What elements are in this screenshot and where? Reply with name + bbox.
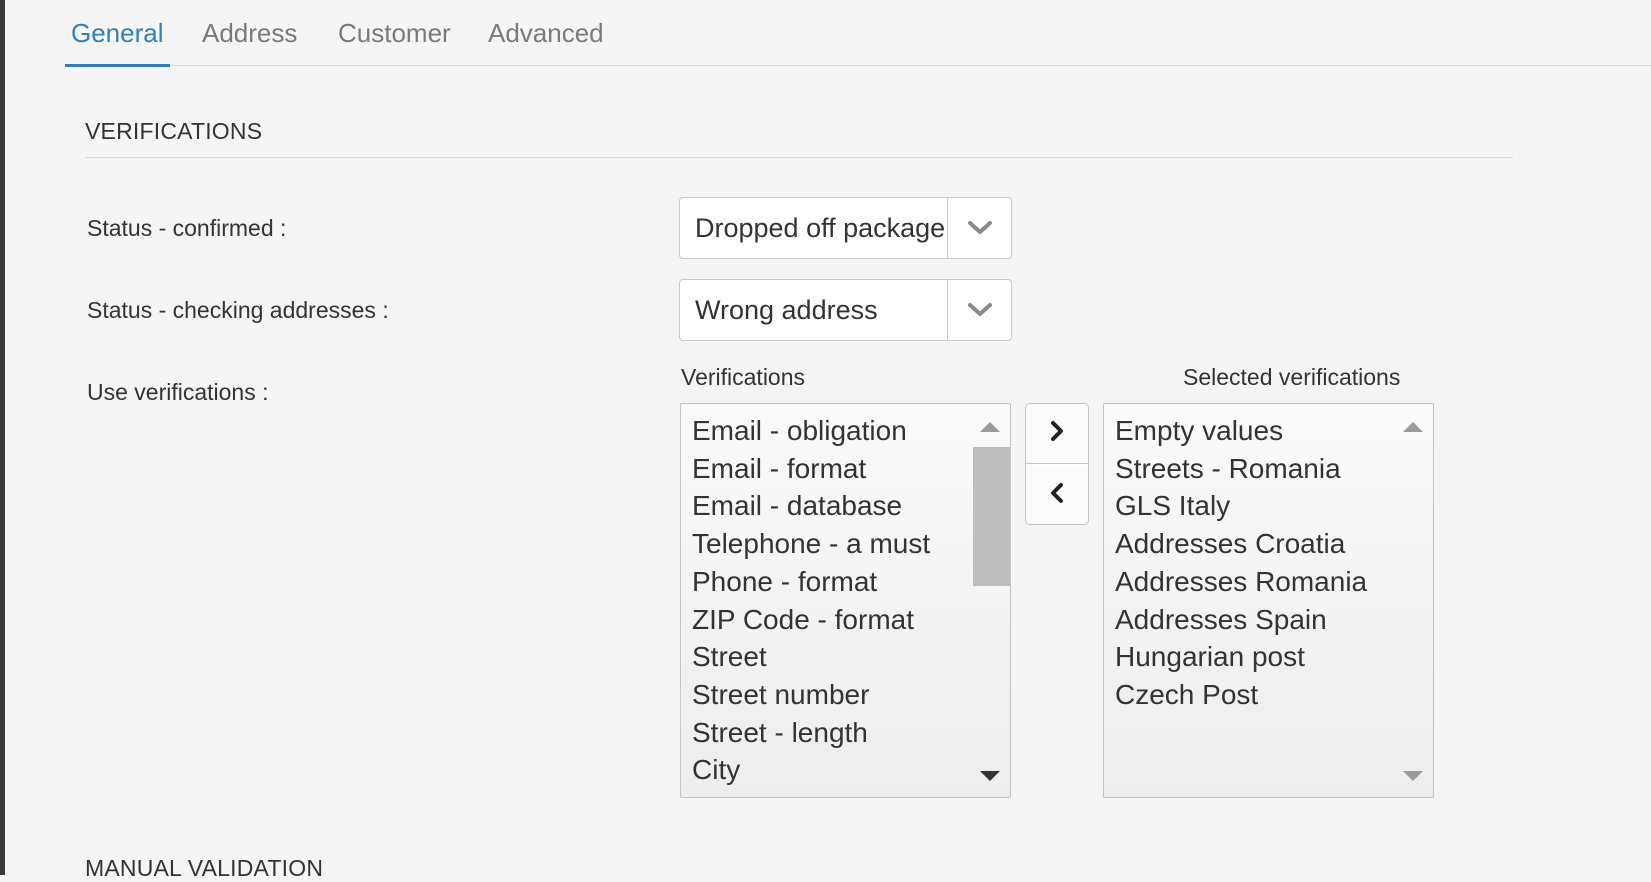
remove-verification-button[interactable] xyxy=(1026,465,1088,524)
selected-verifications-caption: Selected verifications xyxy=(1183,364,1401,390)
list-item[interactable]: Street - length xyxy=(692,714,1010,752)
list-item[interactable]: Streets - Romania xyxy=(1115,450,1433,488)
list-item[interactable]: Addresses Romania xyxy=(1115,563,1433,601)
tab-general[interactable]: General xyxy=(65,16,170,67)
list-item[interactable]: Email - format xyxy=(692,450,1010,488)
selected-list-scrollbar[interactable] xyxy=(1393,404,1433,797)
status-checking-label: Status - checking addresses : xyxy=(87,297,389,323)
list-item[interactable]: Telephone - a must xyxy=(692,525,1010,563)
status-confirmed-select[interactable]: Dropped off package xyxy=(679,197,1012,259)
list-item[interactable]: Hungarian post xyxy=(1115,638,1433,676)
list-item[interactable]: Empty values xyxy=(1115,412,1433,450)
list-item[interactable]: GLS Italy xyxy=(1115,487,1433,525)
scroll-up-icon[interactable] xyxy=(980,422,1000,432)
list-item[interactable]: Czech Post xyxy=(1115,676,1433,714)
status-confirmed-label: Status - confirmed : xyxy=(87,215,287,241)
list-item[interactable]: Addresses Croatia xyxy=(1115,525,1433,563)
use-verifications-label: Use verifications : xyxy=(87,379,269,405)
selected-verifications-list[interactable]: Empty values Streets - Romania GLS Italy… xyxy=(1103,403,1434,798)
available-list-scrollbar[interactable] xyxy=(970,404,1010,797)
available-verifications-list[interactable]: Email - obligation Email - format Email … xyxy=(680,403,1011,798)
status-checking-value: Wrong address xyxy=(695,295,878,325)
list-item[interactable]: Street xyxy=(692,638,1010,676)
status-confirmed-value: Dropped off package xyxy=(695,213,946,243)
manual-validation-section-title: MANUAL VALIDATION xyxy=(85,855,324,881)
list-item[interactable]: Addresses Spain xyxy=(1115,601,1433,639)
list-item[interactable]: Street number xyxy=(692,676,1010,714)
list-item[interactable]: ZIP Code - format xyxy=(692,601,1010,639)
chevron-down-icon[interactable] xyxy=(947,198,1011,258)
scroll-up-icon[interactable] xyxy=(1403,422,1423,432)
chevron-left-icon xyxy=(1048,481,1066,510)
tab-customer[interactable]: Customer xyxy=(332,16,457,66)
section-divider xyxy=(85,157,1513,158)
scroll-down-icon[interactable] xyxy=(980,771,1000,781)
scroll-down-icon[interactable] xyxy=(1403,771,1423,781)
window-left-edge xyxy=(0,0,5,875)
list-item[interactable]: Email - obligation xyxy=(692,412,1010,450)
tab-advanced[interactable]: Advanced xyxy=(482,16,610,66)
verifications-section-title: VERIFICATIONS xyxy=(85,118,263,144)
chevron-right-icon xyxy=(1048,419,1066,448)
chevron-down-icon[interactable] xyxy=(947,280,1011,340)
scrollbar-thumb[interactable] xyxy=(973,447,1010,586)
list-item[interactable]: City xyxy=(692,751,1010,789)
status-checking-select[interactable]: Wrong address xyxy=(679,279,1012,341)
tab-address[interactable]: Address xyxy=(196,16,303,66)
tab-bar: General Address Customer Advanced xyxy=(65,0,1651,67)
list-item[interactable]: Email - database xyxy=(692,487,1010,525)
available-verifications-caption: Verifications xyxy=(681,364,806,390)
move-buttons-group xyxy=(1025,403,1089,525)
add-verification-button[interactable] xyxy=(1026,404,1088,464)
list-item[interactable]: Phone - format xyxy=(692,563,1010,601)
